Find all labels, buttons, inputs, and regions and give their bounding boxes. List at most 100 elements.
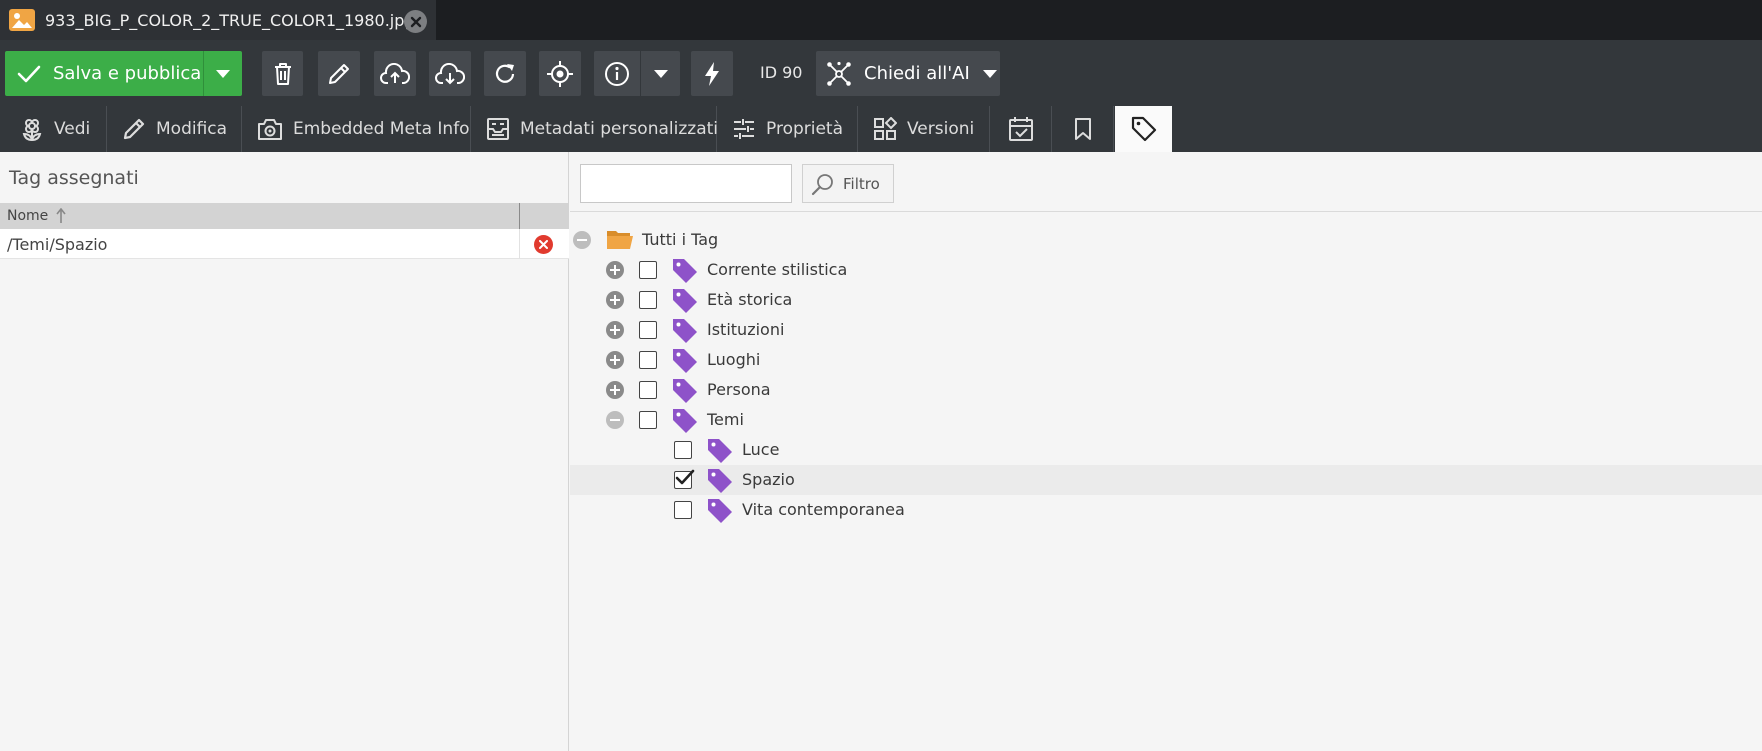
delete-button[interactable] (262, 51, 303, 96)
tag-path-cell: /Temi/Spazio (7, 235, 108, 254)
tag-checkbox[interactable] (639, 261, 657, 279)
tag-icon (1131, 116, 1156, 142)
download-button[interactable] (429, 51, 471, 96)
divider (570, 211, 1762, 212)
quick-action-button[interactable] (691, 51, 733, 96)
network-icon (827, 61, 851, 86)
table-row[interactable]: /Temi/Spazio (0, 229, 569, 259)
tag-icon (673, 319, 697, 343)
filter-button[interactable]: Filtro (802, 164, 894, 203)
collapse-toggle[interactable] (573, 231, 591, 249)
tree-child-label: Spazio (742, 470, 795, 489)
title-bar: 933_BIG_P_COLOR_2_TRUE_COLOR1_1980.jpg (0, 0, 1762, 40)
tab-versioni[interactable]: Versioni (859, 106, 990, 152)
tree-item-label: Temi (707, 410, 744, 429)
grid-header: Nome (0, 203, 569, 229)
flower-icon (22, 119, 42, 141)
tag-checkbox[interactable] (674, 501, 692, 519)
tab-vedi[interactable]: Vedi (0, 106, 107, 152)
sliders-icon (734, 119, 754, 139)
tag-icon (708, 499, 732, 523)
plus-icon (610, 385, 620, 395)
tree-item[interactable]: Corrente stilistica (570, 255, 1762, 285)
checkmark-icon (675, 469, 695, 485)
target-icon (547, 60, 573, 87)
calendar-check-icon (1009, 117, 1033, 141)
shapes-icon (874, 117, 897, 140)
plus-icon (610, 355, 620, 365)
tree-root[interactable]: Tutti i Tag (570, 225, 1762, 255)
pencil-icon (329, 63, 349, 84)
cloud-download-icon (435, 62, 465, 84)
column-name-label: Nome (7, 208, 49, 224)
assigned-tags-panel: Tag assegnati Nome /Temi/Spazio (0, 152, 569, 751)
expand-toggle[interactable] (606, 261, 624, 279)
tag-icon (673, 379, 697, 403)
tab-tags[interactable] (1115, 106, 1172, 152)
tree-root-label: Tutti i Tag (642, 230, 719, 249)
tree-item-label: Istituzioni (707, 320, 785, 339)
tree-item-label: Luoghi (707, 350, 761, 369)
tag-checkbox[interactable] (639, 411, 657, 429)
folder-open-icon (607, 231, 633, 249)
tag-search-input[interactable] (580, 164, 792, 203)
tab-bar: Vedi Modifica Embedded Meta Info Metadat… (0, 106, 1762, 152)
expand-toggle[interactable] (606, 321, 624, 339)
tag-checkbox[interactable] (639, 381, 657, 399)
camera-icon (258, 119, 282, 140)
toolbar: Salva e pubblica ID 90 Chiedi all'AI (0, 40, 1762, 106)
tag-tree-panel: Filtro Tutti i Tag Corrente stilistica E… (570, 152, 1762, 751)
caret-down-icon (653, 69, 668, 78)
expand-toggle[interactable] (606, 381, 624, 399)
tree-child-item[interactable]: Vita contemporanea (570, 495, 1762, 525)
caret-down-icon (216, 69, 230, 78)
info-options-dropdown[interactable] (641, 51, 680, 96)
locate-button[interactable] (539, 51, 581, 96)
tab-calendar[interactable] (991, 106, 1052, 152)
file-tab[interactable]: 933_BIG_P_COLOR_2_TRUE_COLOR1_1980.jpg (0, 0, 436, 40)
edit-button[interactable] (318, 51, 360, 96)
save-publish-label: Salva e pubblica (53, 63, 202, 84)
sort-ascending-icon (56, 208, 66, 223)
tag-checkbox[interactable] (639, 351, 657, 369)
tree-item[interactable]: Istituzioni (570, 315, 1762, 345)
tree-item[interactable]: Luoghi (570, 345, 1762, 375)
close-tab-button[interactable] (404, 10, 427, 33)
tab-versioni-label: Versioni (907, 119, 975, 139)
tag-checkbox[interactable] (674, 441, 692, 459)
minus-icon (610, 419, 620, 421)
tag-icon (708, 469, 732, 493)
asset-id-label: ID 90 (760, 63, 803, 82)
tree-child-item[interactable]: Luce (570, 435, 1762, 465)
collapse-toggle[interactable] (606, 411, 624, 429)
tab-embedded-label: Embedded Meta Info (293, 119, 470, 139)
remove-tag-button[interactable] (534, 235, 553, 254)
tree-item[interactable]: Persona (570, 375, 1762, 405)
pencil-icon (123, 118, 145, 140)
expand-toggle[interactable] (606, 351, 624, 369)
save-publish-button[interactable]: Salva e pubblica (5, 51, 203, 96)
expand-toggle[interactable] (606, 291, 624, 309)
info-button[interactable] (594, 51, 640, 96)
tag-checkbox[interactable] (639, 291, 657, 309)
tab-proprieta-label: Proprietà (766, 119, 844, 139)
tab-metadati-personalizzati[interactable]: Metadati personalizzati (472, 106, 718, 152)
tree-item-label: Corrente stilistica (707, 260, 848, 279)
minus-icon (577, 239, 587, 241)
tab-embedded-meta-info[interactable]: Embedded Meta Info (243, 106, 471, 152)
tab-modifica[interactable]: Modifica (108, 106, 242, 152)
upload-button[interactable] (374, 51, 416, 96)
column-separator (519, 203, 520, 229)
tag-checkbox[interactable] (639, 321, 657, 339)
column-name-header[interactable]: Nome (7, 208, 66, 224)
tree-item[interactable]: Età storica (570, 285, 1762, 315)
tree-child-item[interactable]: Spazio (570, 465, 1762, 495)
tag-checkbox-checked[interactable] (674, 469, 695, 489)
ask-ai-button[interactable]: Chiedi all'AI (816, 51, 1000, 96)
reload-button[interactable] (484, 51, 526, 96)
tab-vedi-label: Vedi (54, 119, 91, 139)
tab-bookmark[interactable] (1053, 106, 1114, 152)
tab-proprieta[interactable]: Proprietà (718, 106, 858, 152)
save-options-dropdown[interactable] (203, 51, 242, 96)
tree-item[interactable]: Temi (570, 405, 1762, 435)
